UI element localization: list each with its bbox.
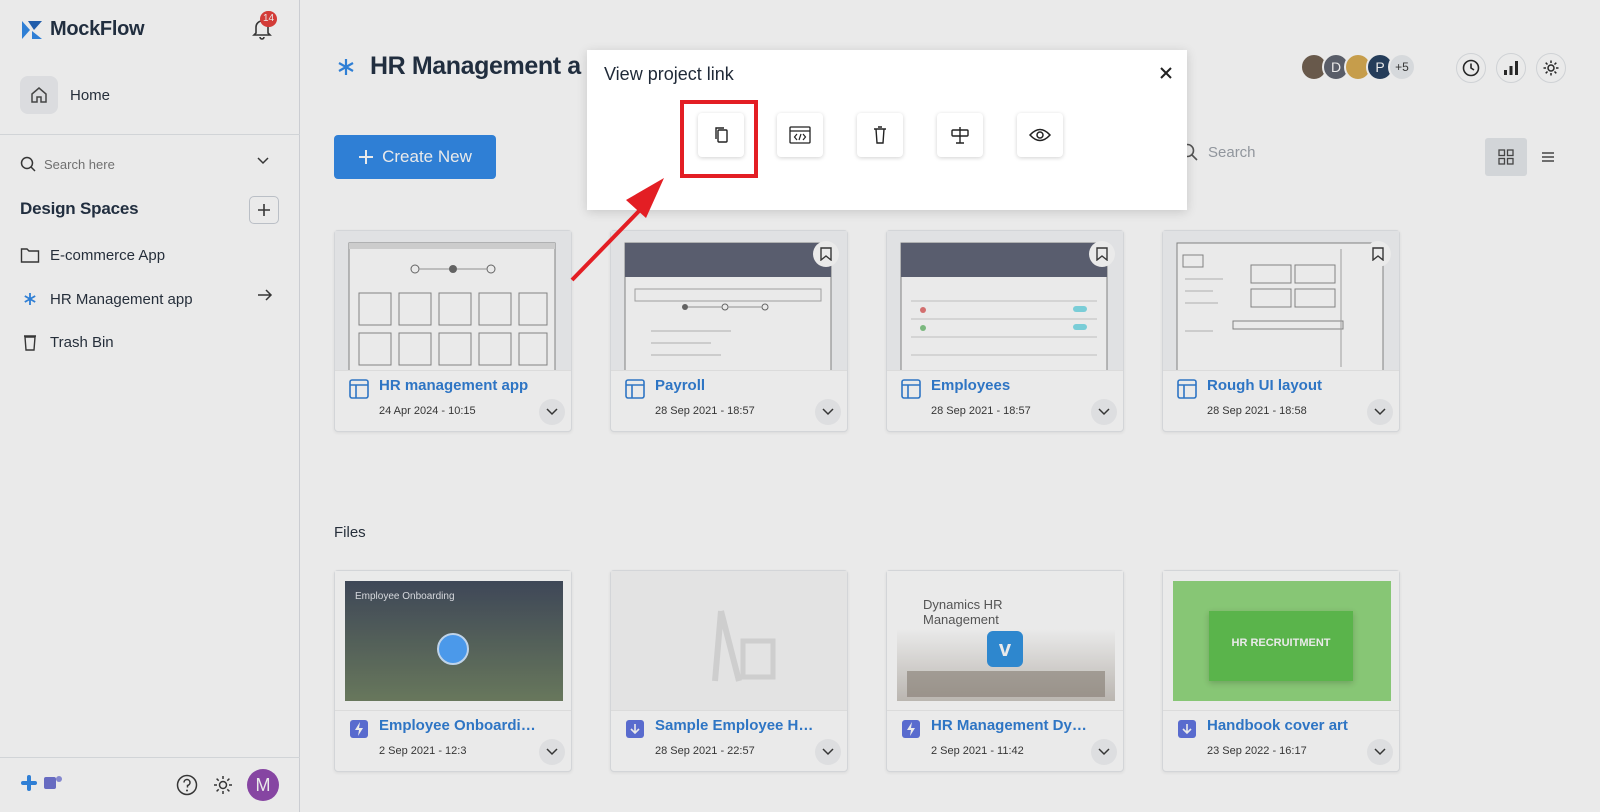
signboard-button[interactable] — [937, 113, 983, 157]
close-icon[interactable] — [1159, 66, 1173, 80]
highlight-box — [680, 100, 758, 178]
preview-icon — [1029, 128, 1051, 142]
dialog-title: View project link — [604, 64, 734, 84]
delete-link-button[interactable] — [857, 113, 903, 157]
delete-icon — [874, 126, 886, 144]
embed-code-button[interactable] — [777, 113, 823, 157]
sign-icon — [951, 127, 969, 144]
embed-code-icon — [789, 126, 811, 144]
annotation-arrow-icon — [570, 178, 664, 282]
preview-button[interactable] — [1017, 113, 1063, 157]
